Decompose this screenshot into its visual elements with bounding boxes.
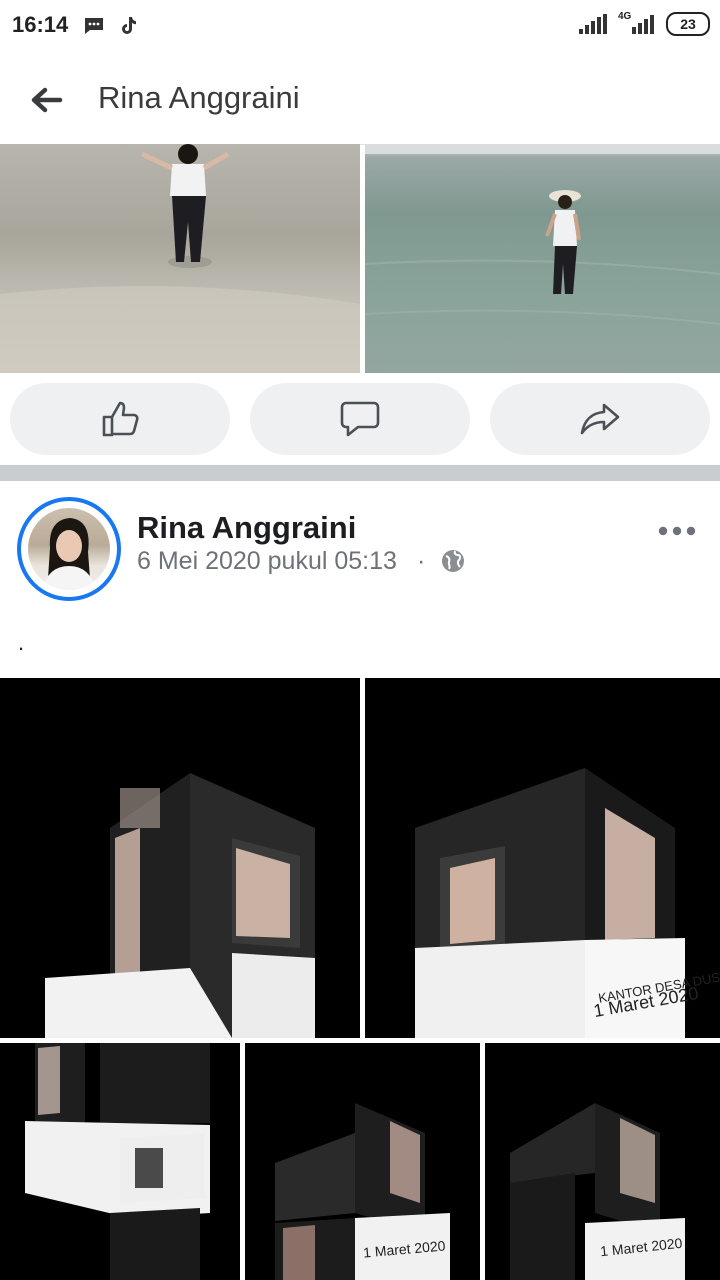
- more-options-button[interactable]: [655, 519, 699, 543]
- status-left-icons: [82, 14, 140, 38]
- avatar-portrait: [42, 518, 96, 590]
- post-header: Rina Anggraini 6 Mei 2020 pukul 05:13 ·: [0, 481, 720, 631]
- post-media-3[interactable]: [0, 1043, 240, 1280]
- globe-icon: [442, 550, 464, 572]
- post-media-2[interactable]: KANTOR DESA DUSUN GULIAN 1 Maret 2020: [365, 678, 720, 1038]
- comment-button[interactable]: [250, 383, 470, 455]
- status-time: 16:14: [12, 12, 69, 37]
- author-name[interactable]: Rina Anggraini: [137, 510, 356, 546]
- signal-icon-2: [632, 15, 654, 34]
- post-photo-beach-1[interactable]: [0, 144, 360, 373]
- status-bar: 16:14 4G 23: [0, 0, 720, 52]
- post-timestamp[interactable]: 6 Mei 2020 pukul 05:13: [137, 547, 397, 576]
- share-button[interactable]: [490, 383, 710, 455]
- post-media-4[interactable]: 1 Maret 2020: [245, 1043, 480, 1280]
- battery-icon: 23: [666, 12, 710, 36]
- post-text: .: [18, 630, 25, 655]
- signal-4g: 4G: [618, 11, 656, 35]
- post-media-5[interactable]: 1 Maret 2020: [485, 1043, 720, 1280]
- feed-divider: [0, 465, 720, 481]
- cube-render-3: [25, 1043, 210, 1280]
- post-photo-beach-2[interactable]: [365, 144, 720, 373]
- comment-icon: [340, 401, 380, 437]
- like-button[interactable]: [10, 383, 230, 455]
- person-figure: [0, 144, 360, 373]
- avatar: [28, 508, 110, 590]
- cube-render-1: [45, 773, 315, 1038]
- message-icon: [85, 18, 103, 34]
- post-media-1[interactable]: [0, 678, 360, 1038]
- author-avatar-ring[interactable]: [17, 497, 121, 601]
- share-icon: [580, 403, 620, 435]
- back-button[interactable]: [26, 80, 66, 120]
- person-figure-2: [365, 144, 720, 325]
- like-icon: [102, 401, 139, 437]
- back-arrow-icon: [31, 87, 63, 113]
- more-icon: [658, 526, 696, 536]
- post-action-row: [0, 373, 720, 465]
- meta-separator: ·: [417, 547, 426, 575]
- signal-icon: [579, 14, 607, 34]
- tiktok-icon: [122, 17, 136, 34]
- top-app-bar: Rina Anggraini: [0, 52, 720, 145]
- page-title: Rina Anggraini: [98, 80, 300, 115]
- status-right: 4G 23: [578, 11, 710, 36]
